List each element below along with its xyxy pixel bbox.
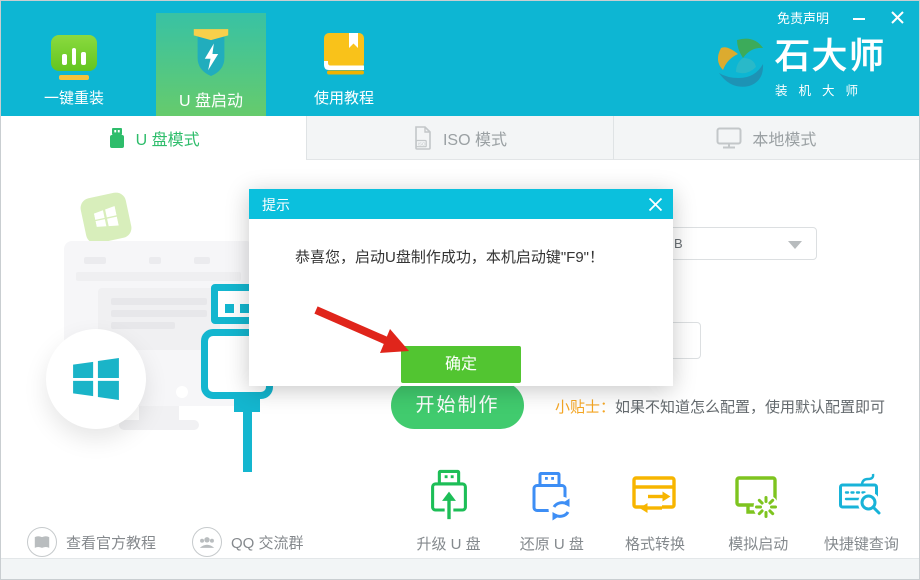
dialog-titlebar: 提示 <box>249 189 673 219</box>
minimize-icon <box>852 11 866 25</box>
tool-hotkey-query[interactable]: 快捷键查询 <box>810 467 913 554</box>
usb-upgrade-icon <box>424 467 474 523</box>
disclaimer-link[interactable]: 免责声明 <box>777 8 829 27</box>
people-group-icon <box>192 527 222 557</box>
tool-shortcuts: 升级 U 盘 还原 U 盘 <box>397 467 913 554</box>
qq-group-link[interactable]: QQ 交流群 <box>192 527 304 557</box>
brand-name: 石大师 <box>775 37 886 77</box>
usb-illustration-cable <box>243 410 252 472</box>
monitor-stand <box>139 406 179 420</box>
footer-strip <box>1 558 919 580</box>
minimize-button[interactable] <box>851 10 867 26</box>
open-book-icon <box>27 527 57 557</box>
usb-drive-icon <box>108 127 126 149</box>
usb-restore-icon <box>528 467 576 523</box>
book-icon <box>321 33 367 75</box>
tip-body: 如果不知道怎么配置，使用默认配置即可 <box>615 399 885 416</box>
windows-logo-icon <box>93 206 119 230</box>
header: 免责声明 一键重装 U 盘启动 <box>1 1 919 116</box>
windows-circle-illustration <box>46 329 146 429</box>
device-select-dropdown[interactable]: B <box>657 227 817 260</box>
iso-file-icon: ISO <box>413 126 433 150</box>
mode-tabs: U 盘模式 ISO ISO 模式 本地模式 <box>1 116 919 160</box>
app-window: 免责声明 一键重装 U 盘启动 <box>0 0 920 580</box>
brand: 石大师 装机大师 <box>713 37 886 99</box>
start-make-button[interactable]: 开始制作 <box>391 382 524 429</box>
close-icon <box>891 11 904 24</box>
tool-label: 快捷键查询 <box>824 533 899 554</box>
nav-label: U 盘启动 <box>179 87 243 111</box>
bar-chart-icon <box>51 35 97 71</box>
tool-label: 模拟启动 <box>728 533 788 554</box>
simulate-boot-icon <box>734 467 782 523</box>
tab-label: 本地模式 <box>752 126 816 150</box>
shield-lightning-icon <box>189 29 233 79</box>
svg-text:ISO: ISO <box>418 141 426 146</box>
windows-logo-icon <box>73 358 119 400</box>
format-convert-icon <box>631 467 679 523</box>
link-label: QQ 交流群 <box>231 532 304 553</box>
tool-simulate-boot[interactable]: 模拟启动 <box>707 467 810 554</box>
close-button[interactable] <box>889 10 905 26</box>
ok-button[interactable]: 确定 <box>401 346 521 383</box>
monitor-icon <box>716 127 742 149</box>
titlebar: 免责声明 <box>777 8 905 27</box>
windows-tile-illustration <box>79 191 134 246</box>
tool-format-convert[interactable]: 格式转换 <box>603 467 706 554</box>
nav-item-usb-boot-active[interactable]: U 盘启动 <box>156 13 266 116</box>
tool-upgrade-usb[interactable]: 升级 U 盘 <box>397 467 500 554</box>
official-tutorial-link[interactable]: 查看官方教程 <box>27 527 156 557</box>
dialog-title: 提示 <box>262 195 290 215</box>
dialog-message: 恭喜您，启动U盘制作成功，本机启动键"F9"！ <box>295 246 604 267</box>
tip-text: 小贴士：如果不知道怎么配置，使用默认配置即可 <box>555 396 885 417</box>
hotkey-query-icon <box>837 467 885 523</box>
nav-item-tutorial[interactable]: 使用教程 <box>298 33 390 108</box>
monitor-base <box>119 420 199 430</box>
chart-underline <box>59 75 89 80</box>
tool-label: 格式转换 <box>625 533 685 554</box>
link-label: 查看官方教程 <box>66 532 156 553</box>
close-icon <box>648 197 663 212</box>
tool-restore-usb[interactable]: 还原 U 盘 <box>500 467 603 554</box>
tab-label: ISO 模式 <box>443 126 507 150</box>
tab-local-mode[interactable]: 本地模式 <box>613 116 919 160</box>
tab-label: U 盘模式 <box>136 126 200 150</box>
tab-iso-mode[interactable]: ISO ISO 模式 <box>306 116 612 160</box>
nav-label: 一键重装 <box>28 87 120 108</box>
brand-subtitle: 装机大师 <box>775 80 886 99</box>
tab-usb-mode[interactable]: U 盘模式 <box>1 116 306 160</box>
dialog-close-button[interactable] <box>646 195 664 213</box>
device-select-value: B <box>674 236 683 251</box>
brand-logo-icon <box>713 37 767 91</box>
nav-item-one-key-reinstall[interactable]: 一键重装 <box>28 35 120 108</box>
tip-prefix: 小贴士： <box>555 399 615 416</box>
tool-label: 还原 U 盘 <box>520 533 584 554</box>
prompt-dialog: 提示 恭喜您，启动U盘制作成功，本机启动键"F9"！ 确定 <box>249 189 673 386</box>
tool-label: 升级 U 盘 <box>417 533 481 554</box>
chevron-down-icon <box>788 241 802 249</box>
nav-label: 使用教程 <box>298 87 390 108</box>
